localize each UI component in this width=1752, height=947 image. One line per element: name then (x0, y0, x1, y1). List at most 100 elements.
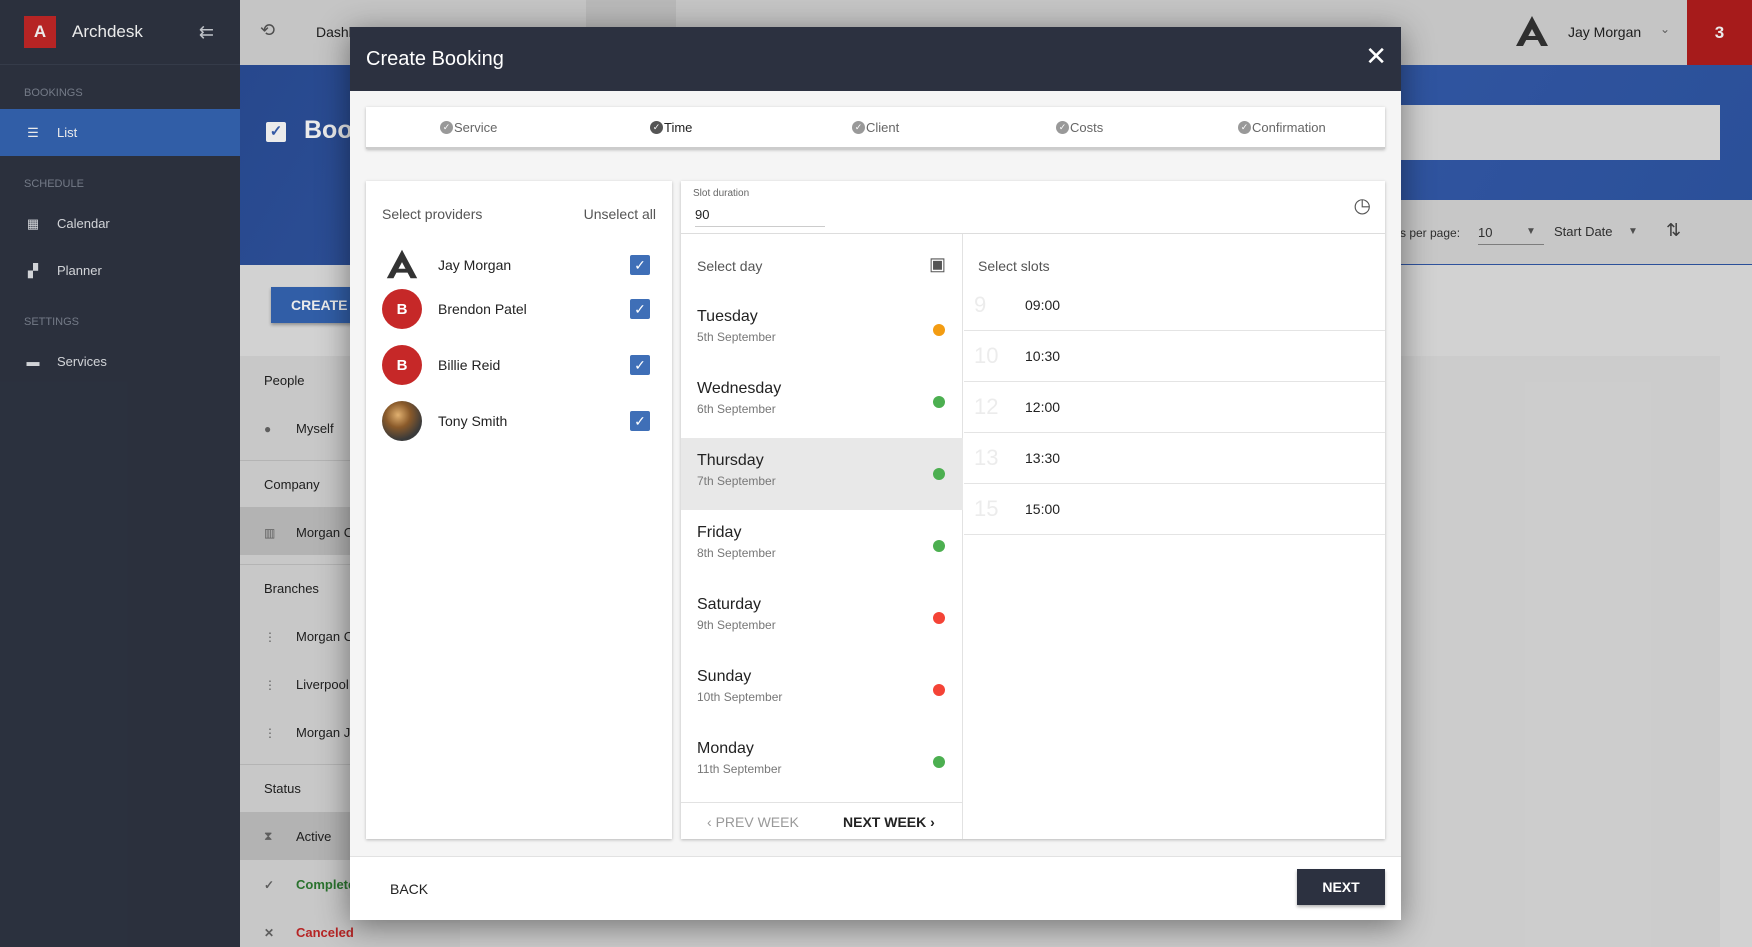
slot-time: 13:30 (1025, 450, 1061, 466)
slot-hour: 12 (974, 394, 999, 419)
create-booking-modal: Create Booking ✕ ✓ Service ✓ Time ✓ Client … (350, 27, 1401, 920)
availability-dot (933, 324, 945, 336)
step-time[interactable]: ✓ Time (650, 107, 692, 147)
check-circle-icon: ✓ (650, 120, 663, 134)
company-logo-icon (386, 249, 418, 279)
day-date: 8th September (697, 546, 776, 560)
slot-row[interactable]: 9 09:00 (964, 280, 1385, 331)
provider-avatar: B (382, 345, 422, 385)
provider-checkbox[interactable]: ✓ (630, 355, 650, 375)
availability-dot (933, 684, 945, 696)
day-date: 9th September (697, 618, 776, 632)
day-name: Wednesday (697, 380, 782, 397)
day-row[interactable]: Monday 11th September (681, 726, 963, 798)
day-name: Monday (697, 740, 754, 757)
step-costs[interactable]: ✓ Costs (1056, 107, 1103, 147)
day-row[interactable]: Saturday 9th September (681, 582, 963, 654)
provider-row[interactable]: Jay Morgan ✓ (382, 243, 656, 287)
modal-header: Create Booking ✕ (350, 27, 1401, 91)
day-name: Sunday (697, 668, 752, 685)
slot-duration-input[interactable]: 90 (695, 207, 825, 227)
day-row-selected[interactable]: Thursday 7th September (681, 438, 963, 510)
booking-stepper: ✓ Service ✓ Time ✓ Client ✓ Costs ✓ Confirmat… (366, 107, 1385, 149)
step-label: Client (866, 119, 900, 135)
slot-hour: 10 (974, 343, 999, 368)
provider-checkbox[interactable]: ✓ (630, 299, 650, 319)
slot-list: Select slots 9 09:00 10 10:30 12 12:00 1… (964, 234, 1385, 839)
prev-week-button[interactable]: ‹ PREV WEEK (707, 814, 799, 830)
step-service[interactable]: ✓ Service (440, 107, 497, 147)
next-week-button[interactable]: NEXT WEEK › (843, 814, 935, 830)
day-name: Thursday (697, 452, 764, 469)
availability-dot (933, 540, 945, 552)
slot-time: 10:30 (1025, 348, 1061, 364)
availability-dot (933, 468, 945, 480)
unselect-all-button[interactable]: Unselect all (584, 206, 656, 222)
day-date: 5th September (697, 330, 776, 344)
next-button[interactable]: NEXT (1297, 869, 1385, 905)
day-date: 7th September (697, 474, 776, 488)
chevron-left-icon: ‹ (707, 814, 716, 830)
day-name: Friday (697, 524, 742, 541)
slot-duration-label: Slot duration (693, 188, 750, 199)
provider-name: Tony Smith (438, 413, 508, 429)
slot-time: 09:00 (1025, 297, 1061, 313)
slot-time: 15:00 (1025, 501, 1061, 517)
next-week-label: NEXT WEEK (843, 814, 927, 830)
check-circle-icon: ✓ (1056, 120, 1069, 134)
provider-row[interactable]: B Billie Reid ✓ (382, 343, 656, 387)
provider-name: Jay Morgan (438, 257, 512, 273)
slot-row[interactable]: 13 13:30 (964, 433, 1385, 484)
provider-row[interactable]: Tony Smith ✓ (382, 399, 656, 443)
availability-dot (933, 396, 945, 408)
providers-heading: Select providers (382, 206, 483, 222)
slot-hour: 15 (974, 496, 999, 521)
availability-dot (933, 756, 945, 768)
day-name: Saturday (697, 596, 762, 613)
step-label: Costs (1070, 119, 1104, 135)
prev-week-label: PREV WEEK (715, 814, 799, 830)
check-circle-icon: ✓ (852, 120, 865, 134)
provider-name: Billie Reid (438, 357, 501, 373)
availability-dot (933, 612, 945, 624)
modal-footer: BACK NEXT (350, 856, 1401, 920)
select-day-heading: Select day (697, 258, 763, 274)
app-root: A Archdesk ⇇ BOOKINGS ☰ List SCHEDULE ▦ … (0, 0, 1752, 947)
slot-hour: 13 (974, 445, 999, 470)
day-row[interactable]: Tuesday 5th September (681, 294, 963, 366)
providers-panel: Select providers Unselect all Jay Morgan… (366, 181, 672, 839)
week-navigation: ‹ PREV WEEK NEXT WEEK › (681, 802, 963, 839)
step-confirmation[interactable]: ✓ Confirmation (1238, 107, 1326, 147)
back-button[interactable]: BACK (390, 881, 428, 897)
step-client[interactable]: ✓ Client (852, 107, 899, 147)
modal-title: Create Booking (366, 47, 504, 70)
check-circle-icon: ✓ (1238, 120, 1251, 134)
provider-checkbox[interactable]: ✓ (630, 411, 650, 431)
provider-name: Brendon Patel (438, 301, 527, 317)
slot-row[interactable]: 10 10:30 (964, 331, 1385, 382)
step-label: Time (664, 119, 693, 135)
slot-row[interactable]: 15 15:00 (964, 484, 1385, 535)
step-label: Confirmation (1252, 119, 1326, 135)
close-icon[interactable]: ✕ (1365, 41, 1387, 71)
day-list: Select day ▣ Tuesday 5th September Wedne… (681, 234, 963, 839)
day-date: 11th September (697, 762, 782, 776)
slot-panel: Slot duration 90 ◷ Select day ▣ Tuesday … (681, 181, 1385, 839)
day-date: 10th September (697, 690, 783, 704)
provider-row[interactable]: B Brendon Patel ✓ (382, 287, 656, 331)
provider-avatar (382, 401, 422, 441)
provider-avatar (382, 245, 422, 285)
day-name: Tuesday (697, 308, 758, 325)
select-slots-heading: Select slots (978, 258, 1050, 274)
calendar-icon[interactable]: ▣ (929, 254, 946, 275)
provider-checkbox[interactable]: ✓ (630, 255, 650, 275)
provider-avatar: B (382, 289, 422, 329)
check-circle-icon: ✓ (440, 120, 453, 134)
clock-icon[interactable]: ◷ (1354, 193, 1371, 218)
slot-time: 12:00 (1025, 399, 1061, 415)
slot-hour: 9 (974, 292, 987, 317)
slot-row[interactable]: 12 12:00 (964, 382, 1385, 433)
day-row[interactable]: Sunday 10th September (681, 654, 963, 726)
day-row[interactable]: Friday 8th September (681, 510, 963, 582)
day-row[interactable]: Wednesday 6th September (681, 366, 963, 438)
